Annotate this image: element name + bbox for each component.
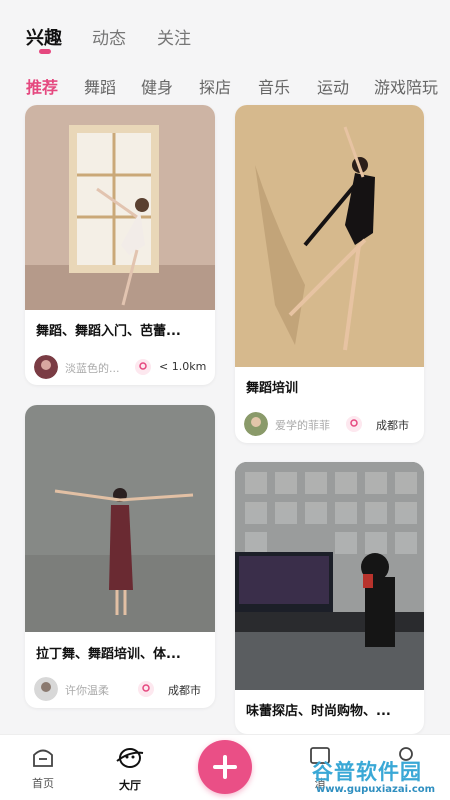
post-title: 拉丁舞、舞蹈培训、体... xyxy=(36,647,181,662)
category-bar: 推荐 舞蹈 健身 探店 音乐 运动 游戏陪玩 xyxy=(0,70,450,100)
top-tab-bar: 兴趣 动态 关注 xyxy=(0,22,450,62)
post-username: 爱学的菲菲 xyxy=(275,419,330,432)
nav-hall[interactable]: 大厅 xyxy=(100,745,160,793)
post-card[interactable]: 舞蹈、舞蹈入门、芭蕾... 淡蓝色的... < 1.0km xyxy=(25,105,215,385)
post-photo xyxy=(25,405,215,632)
nav-home-label: 首页 xyxy=(32,777,54,790)
location-icon xyxy=(135,359,151,375)
add-post-button[interactable] xyxy=(198,740,252,794)
watermark-url: www.gupuxiazai.com xyxy=(316,784,436,795)
post-distance: 成都市 xyxy=(168,684,201,697)
post-photo xyxy=(25,105,215,310)
post-title: 舞蹈培训 xyxy=(246,381,299,396)
watermark-text: 谷普软件园 xyxy=(312,760,422,784)
active-tab-indicator xyxy=(39,49,51,54)
category-fitness[interactable]: 健身 xyxy=(141,74,173,98)
post-card[interactable]: 拉丁舞、舞蹈培训、体... 许你温柔 成都市 xyxy=(25,405,215,708)
tab-feed[interactable]: 动态 xyxy=(92,24,126,49)
nav-home[interactable]: 首页 xyxy=(13,745,73,791)
category-sports[interactable]: 运动 xyxy=(317,74,349,98)
post-username: 许你温柔 xyxy=(65,684,109,697)
category-music[interactable]: 音乐 xyxy=(258,74,290,98)
post-distance: < 1.0km xyxy=(159,360,207,373)
category-dance[interactable]: 舞蹈 xyxy=(84,74,116,98)
location-icon xyxy=(138,681,154,697)
post-photo xyxy=(235,462,424,690)
avatar xyxy=(34,677,58,701)
post-username: 淡蓝色的... xyxy=(65,362,120,375)
avatar xyxy=(34,355,58,379)
post-title: 味蕾探店、时尚购物、... xyxy=(246,704,391,719)
post-distance: 成都市 xyxy=(376,419,409,432)
status-bar xyxy=(0,0,450,8)
post-title: 舞蹈、舞蹈入门、芭蕾... xyxy=(36,324,181,339)
tab-interest[interactable]: 兴趣 xyxy=(26,24,62,50)
watermark: 谷普软件园 www.gupuxiazai.com xyxy=(308,756,448,798)
post-card[interactable]: 味蕾探店、时尚购物、... xyxy=(235,462,424,734)
category-game-companion[interactable]: 游戏陪玩 xyxy=(374,74,438,98)
category-recommend[interactable]: 推荐 xyxy=(26,74,58,98)
planet-icon xyxy=(116,748,144,768)
nav-hall-label: 大厅 xyxy=(119,779,141,792)
post-card[interactable]: 舞蹈培训 爱学的菲菲 成都市 xyxy=(235,105,424,443)
avatar xyxy=(244,412,268,436)
plus-icon xyxy=(213,755,237,779)
tab-following[interactable]: 关注 xyxy=(157,24,191,49)
category-explore-shop[interactable]: 探店 xyxy=(199,74,231,98)
location-icon xyxy=(346,416,362,432)
home-icon xyxy=(33,749,53,767)
post-photo xyxy=(235,105,424,367)
